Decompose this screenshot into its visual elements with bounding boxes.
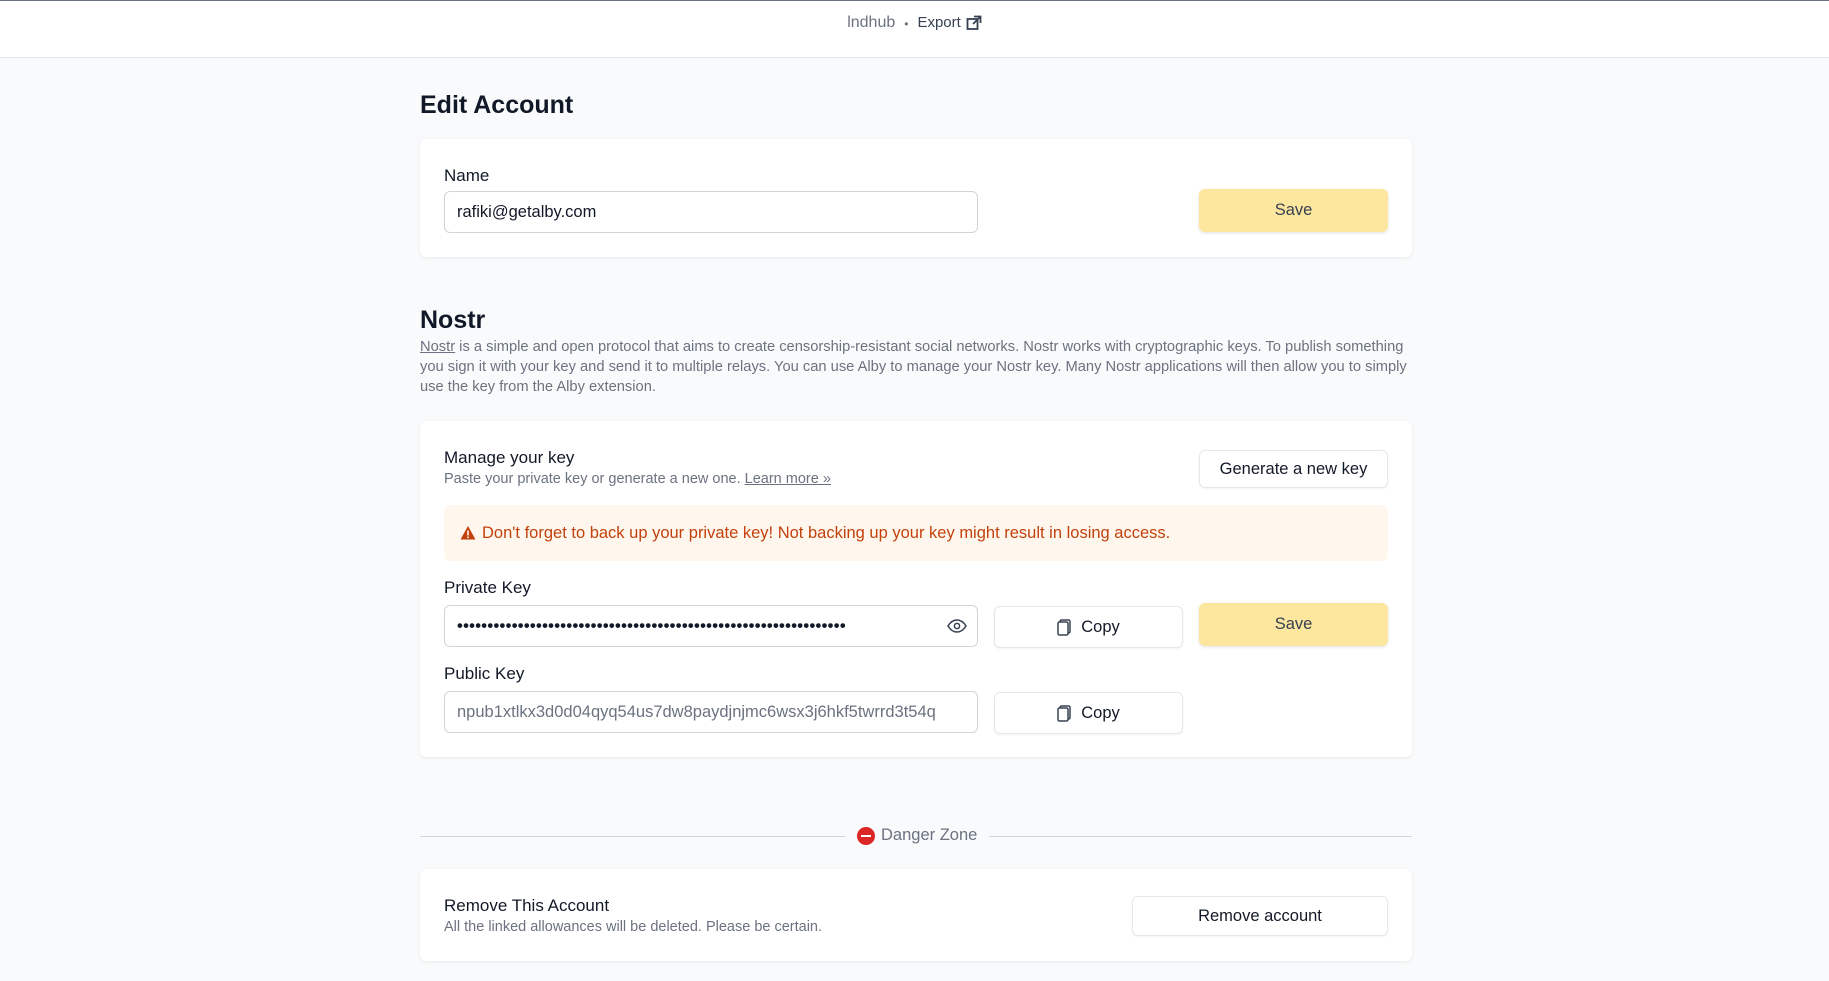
save-key-button[interactable]: Save [1199,603,1388,646]
copy-icon [1057,704,1071,722]
no-entry-icon [857,826,875,845]
warning-text: Don't forget to back up your private key… [482,523,1171,542]
remove-account-card: Remove This Account All the linked allow… [420,869,1412,961]
remove-account-subtitle: All the linked allowances will be delete… [444,919,823,935]
save-name-button[interactable]: Save [1199,189,1388,232]
nostr-title: Nostr [420,306,486,334]
account-card: Name rafiki@getalby.com Save [420,139,1412,257]
private-key-value: ••••••••••••••••••••••••••••••••••••••••… [457,616,846,635]
copy-public-key-button[interactable]: Copy [994,692,1183,734]
private-key-label: Private Key [444,578,531,597]
copy-icon [1057,618,1071,636]
export-label: Export [917,14,961,31]
copy-label: Copy [1081,703,1120,722]
danger-zone-label: Danger Zone [845,826,990,845]
top-bar: lndhub • Export [0,0,1829,58]
name-label: Name [444,166,490,185]
nostr-description: Nostr is a simple and open protocol that… [420,337,1412,397]
remove-account-title: Remove This Account [444,896,610,915]
copy-private-key-button[interactable]: Copy [994,606,1183,648]
eye-icon[interactable] [947,618,967,634]
manage-key-subtitle: Paste your private key or generate a new… [444,471,831,487]
external-link-icon [966,15,982,30]
backup-warning: Don't forget to back up your private key… [444,505,1388,561]
warning-icon [460,526,476,540]
public-key-label: Public Key [444,664,525,683]
name-input[interactable]: rafiki@getalby.com [444,191,978,233]
nostr-description-text: is a simple and open protocol that aims … [420,339,1407,395]
remove-account-button[interactable]: Remove account [1132,896,1388,936]
site-name[interactable]: lndhub [847,14,895,32]
learn-more-link[interactable]: Learn more » [745,471,831,487]
public-key-input[interactable]: npub1xtlkx3d0d04qyq54us7dw8paydjnjmc6wsx… [444,691,978,733]
nostr-link[interactable]: Nostr [420,339,455,355]
danger-zone-text: Danger Zone [881,826,978,844]
manage-key-title: Manage your key [444,448,575,467]
generate-key-button[interactable]: Generate a new key [1199,450,1388,488]
private-key-input[interactable]: ••••••••••••••••••••••••••••••••••••••••… [444,605,978,647]
copy-label: Copy [1081,617,1120,636]
page-title: Edit Account [420,91,574,119]
nostr-key-card: Manage your key Paste your private key o… [420,421,1412,757]
manage-key-sub-text: Paste your private key or generate a new… [444,471,741,487]
export-link[interactable]: Export [917,14,982,31]
separator: • [904,17,909,31]
